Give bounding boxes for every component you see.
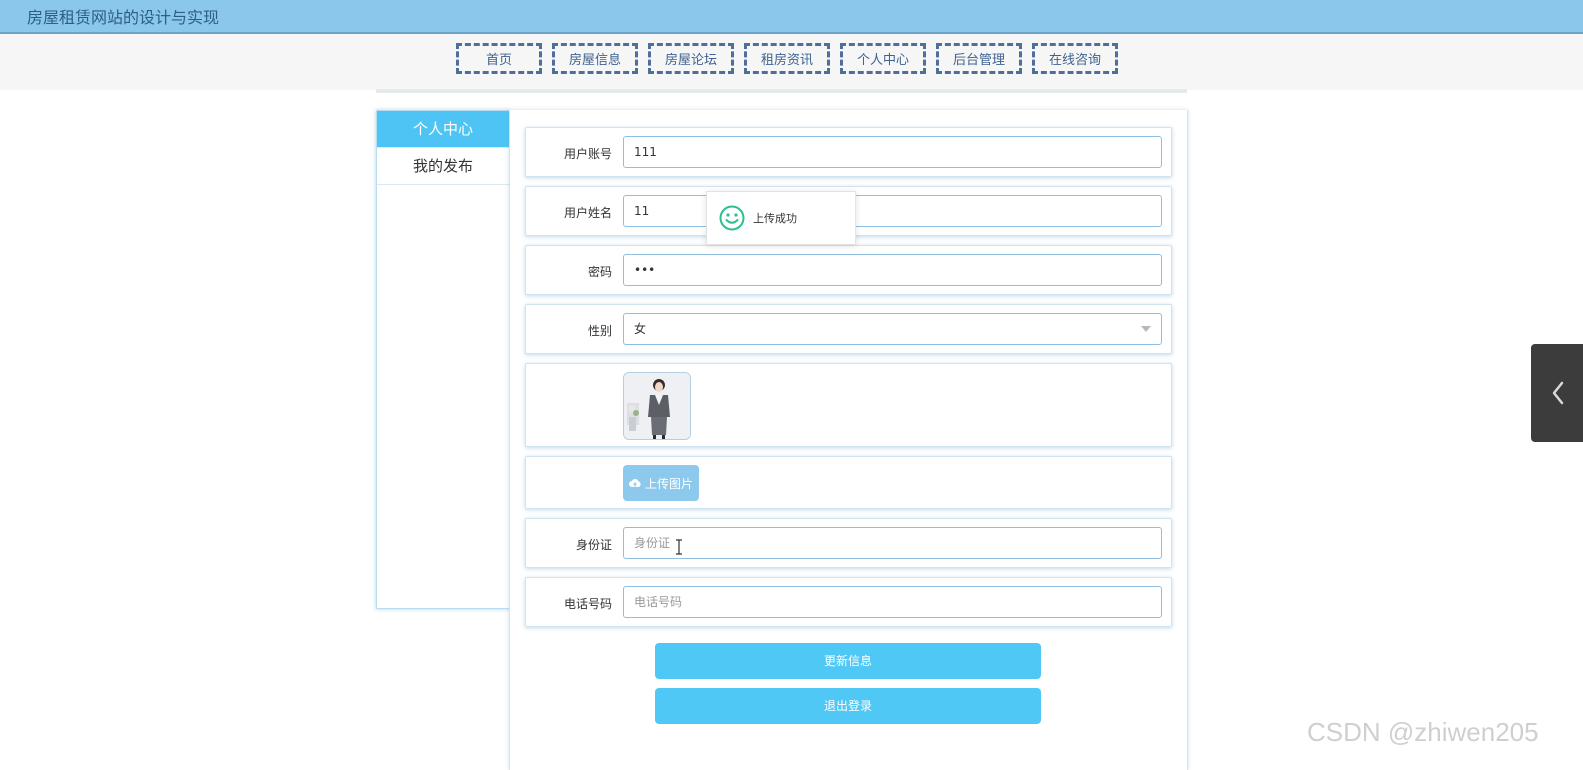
- logout-button[interactable]: 退出登录: [655, 688, 1041, 724]
- account-input[interactable]: 111: [623, 136, 1162, 168]
- cloud-upload-icon: [628, 479, 641, 487]
- phone-row: 电话号码 电话号码: [525, 577, 1172, 627]
- nav-item-personal-center[interactable]: 个人中心: [840, 43, 926, 74]
- side-panel-toggle[interactable]: [1531, 344, 1583, 442]
- name-label: 用户姓名: [563, 206, 612, 220]
- sidebar: 个人中心 我的发布: [376, 110, 510, 609]
- nav-item-consult[interactable]: 在线咨询: [1032, 43, 1118, 74]
- id-card-input[interactable]: 身份证: [623, 527, 1162, 559]
- update-info-button[interactable]: 更新信息: [655, 643, 1041, 679]
- nav-item-news[interactable]: 租房资讯: [744, 43, 830, 74]
- id-card-label: 身份证: [575, 538, 612, 552]
- sidebar-item-personal-center[interactable]: 个人中心: [377, 111, 509, 148]
- sidebar-item-my-posts[interactable]: 我的发布: [377, 148, 509, 185]
- nav-item-admin[interactable]: 后台管理: [936, 43, 1022, 74]
- id-card-row: 身份证 身份证: [525, 518, 1172, 568]
- top-header: 房屋租赁网站的设计与实现: [0, 0, 1583, 34]
- password-row: 密码 •••: [525, 245, 1172, 295]
- gender-label: 性别: [587, 324, 612, 338]
- main-nav: 首页 房屋信息 房屋论坛 租房资讯 个人中心 后台管理 在线咨询: [456, 43, 1118, 74]
- upload-image-button[interactable]: 上传图片: [623, 465, 699, 501]
- phone-label: 电话号码: [563, 597, 612, 611]
- toast-message: 上传成功: [753, 212, 797, 225]
- account-row: 用户账号 111: [525, 127, 1172, 177]
- avatar-image: [623, 372, 691, 440]
- nav-item-house-info[interactable]: 房屋信息: [552, 43, 638, 74]
- person-photo-icon: [624, 373, 690, 439]
- nav-item-forum[interactable]: 房屋论坛: [648, 43, 734, 74]
- avatar-row: [525, 363, 1172, 447]
- chevron-down-icon: [1141, 326, 1151, 332]
- gender-value: 女: [634, 322, 647, 336]
- nav-divider: [376, 89, 1187, 93]
- password-label: 密码: [587, 265, 612, 279]
- smile-icon: [719, 205, 745, 231]
- gender-row: 性别 女: [525, 304, 1172, 354]
- upload-row: 上传图片: [525, 456, 1172, 509]
- nav-item-home[interactable]: 首页: [456, 43, 542, 74]
- name-input[interactable]: 11: [623, 195, 1162, 227]
- password-input[interactable]: •••: [623, 254, 1162, 286]
- upload-image-label: 上传图片: [644, 476, 693, 491]
- account-label: 用户账号: [563, 147, 612, 161]
- watermark: CSDN @zhiwen205: [1307, 717, 1539, 747]
- text-cursor-icon: [675, 539, 683, 555]
- chevron-left-icon: [1552, 381, 1564, 405]
- upload-success-toast: 上传成功: [706, 191, 856, 245]
- site-title: 房屋租赁网站的设计与实现: [27, 8, 220, 27]
- phone-input[interactable]: 电话号码: [623, 586, 1162, 618]
- gender-select[interactable]: 女: [623, 313, 1162, 345]
